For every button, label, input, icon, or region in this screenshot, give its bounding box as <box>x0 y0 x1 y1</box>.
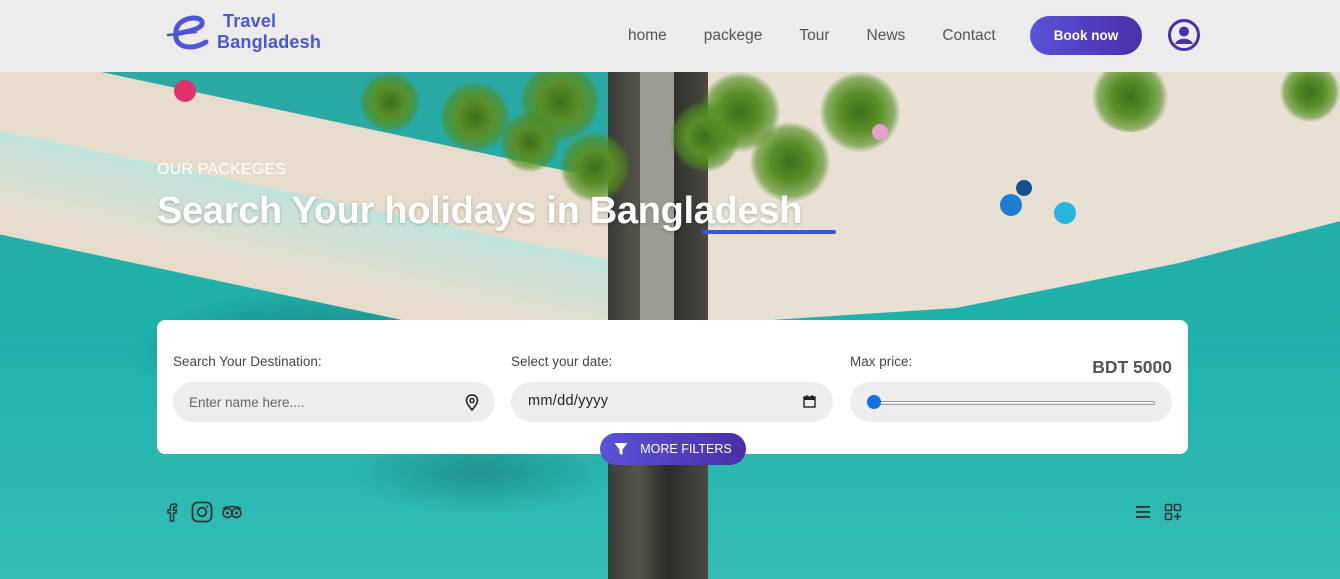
nav-home[interactable]: home <box>628 27 667 45</box>
price-slider-track[interactable] <box>874 401 1155 405</box>
destination-field[interactable] <box>173 382 495 422</box>
beach-umbrella <box>872 124 888 140</box>
date-field[interactable]: mm/dd/yyyy <box>511 382 833 422</box>
beach-umbrella <box>1054 202 1076 224</box>
hero-eyebrow: OUR PACKEGES <box>157 161 287 178</box>
list-view-icon[interactable] <box>1132 501 1154 523</box>
palm-tree <box>360 72 420 132</box>
brand-logo[interactable]: Travel Bangladesh <box>166 8 321 56</box>
date-label: Select your date: <box>511 354 613 369</box>
headline-underline <box>702 230 836 234</box>
facebook-icon[interactable] <box>161 501 183 523</box>
price-label: Max price: <box>850 354 913 369</box>
brand-line-2: Bangladesh <box>217 32 322 52</box>
main-nav: home packege Tour News Contact <box>612 0 1033 72</box>
filter-funnel-icon <box>614 443 628 455</box>
more-filters-label: MORE FILTERS <box>640 442 732 456</box>
beach-umbrella <box>1000 194 1022 216</box>
brand-name: Travel Bangladesh <box>217 11 321 53</box>
tripadvisor-icon[interactable] <box>221 501 243 523</box>
user-account-icon[interactable] <box>1168 19 1200 51</box>
grid-view-icon[interactable] <box>1162 501 1184 523</box>
nav-news[interactable]: News <box>867 27 906 45</box>
instagram-icon[interactable] <box>191 501 213 523</box>
price-slider-field <box>850 382 1172 422</box>
logo-e-icon <box>166 8 214 56</box>
price-slider-thumb[interactable] <box>867 395 881 409</box>
nav-contact[interactable]: Contact <box>942 27 995 45</box>
hero-section: OUR PACKEGES Search Your holidays in Ban… <box>0 72 1340 579</box>
beach-umbrella <box>174 80 196 102</box>
nav-package[interactable]: packege <box>704 27 763 45</box>
destination-input[interactable] <box>189 382 449 422</box>
palm-tree <box>820 72 900 152</box>
brand-line-1: Travel <box>223 11 277 31</box>
destination-label: Search Your Destination: <box>173 354 322 369</box>
palm-tree <box>500 112 560 172</box>
date-input[interactable]: mm/dd/yyyy <box>528 393 608 409</box>
nav-tour[interactable]: Tour <box>799 27 829 45</box>
beach-umbrella <box>1016 180 1032 196</box>
book-now-button[interactable]: Book now <box>1030 16 1142 55</box>
site-header: Travel Bangladesh home packege Tour News… <box>0 0 1340 72</box>
calendar-icon[interactable] <box>803 395 816 408</box>
price-value: BDT 5000 <box>1092 357 1172 377</box>
more-filters-button[interactable]: MORE FILTERS <box>600 433 746 465</box>
hero-headline: Search Your holidays in Bangladesh <box>157 190 803 232</box>
location-pin-icon <box>465 394 479 411</box>
